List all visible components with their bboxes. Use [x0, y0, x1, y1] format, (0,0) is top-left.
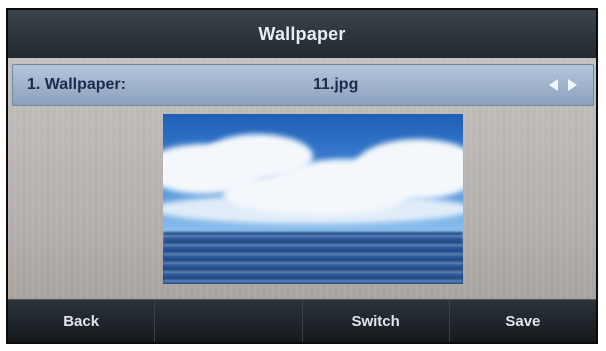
arrow-right-icon[interactable]	[568, 79, 577, 91]
softkey-empty	[155, 300, 303, 342]
selector-arrows	[549, 79, 577, 91]
content-area: 1. Wallpaper: 11.jpg	[8, 58, 596, 304]
title-bar: Wallpaper	[8, 10, 596, 58]
softkey-bar: Back Switch Save	[8, 299, 596, 342]
softkey-back[interactable]: Back	[8, 300, 156, 342]
softkey-switch[interactable]: Switch	[303, 300, 450, 342]
sea-area	[163, 232, 463, 284]
softkey-save[interactable]: Save	[450, 300, 596, 342]
screen-title: Wallpaper	[258, 23, 346, 44]
phone-screen: Wallpaper 1. Wallpaper: 11.jpg Back Swit…	[6, 8, 598, 344]
wallpaper-label: 1. Wallpaper:	[27, 76, 126, 93]
wallpaper-selector-row[interactable]: 1. Wallpaper: 11.jpg	[12, 64, 594, 106]
wallpaper-preview-image	[163, 114, 463, 284]
arrow-left-icon[interactable]	[549, 79, 558, 91]
wallpaper-value: 11.jpg	[313, 76, 359, 93]
